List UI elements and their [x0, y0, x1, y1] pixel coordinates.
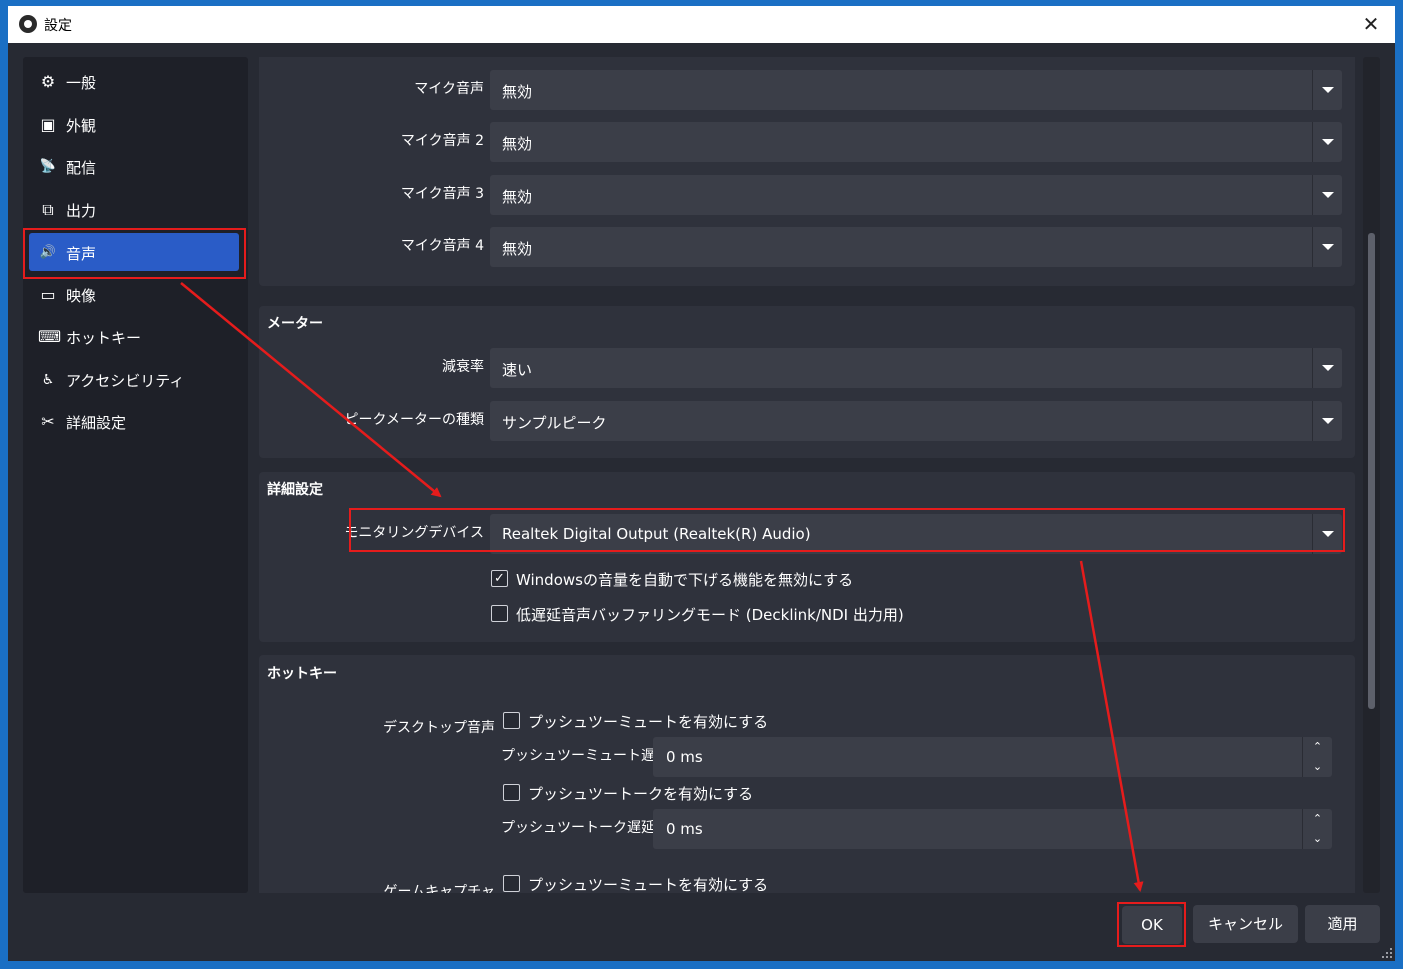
hotkeys-title: ホットキー	[267, 666, 337, 682]
settings-sidebar: ⚙ 一般 ▣ 外観 📡 配信 ⧉ 出力 🔊 音声 ▭ 映像 ⌨ ホットキー ♿	[23, 57, 248, 893]
gear-icon: ⚙	[40, 72, 56, 91]
select-value: 無効	[502, 188, 533, 206]
resize-grip-icon[interactable]	[1382, 948, 1392, 958]
window-title: 設定	[44, 18, 72, 34]
sidebar-item-audio[interactable]: 🔊 音声	[29, 233, 239, 271]
scrollbar-thumb[interactable]	[1368, 233, 1375, 709]
mic-audio-3-label: マイク音声 3	[400, 186, 484, 202]
spin-buttons: ⌃ ⌄	[1302, 737, 1332, 777]
chevron-down-icon	[1312, 348, 1342, 388]
sidebar-item-label: 詳細設定	[66, 414, 127, 432]
sidebar-item-advanced[interactable]: ✂ 詳細設定	[23, 402, 248, 442]
push-to-mute-delay-input[interactable]: 0 ms ⌃ ⌄	[653, 737, 1332, 777]
decay-rate-label: 減衰率	[442, 359, 484, 375]
mic-audio-label: マイク音声	[414, 81, 484, 97]
keyboard-icon: ⌨	[38, 327, 62, 346]
checkbox-label: プッシュツートークを有効にする	[528, 785, 754, 803]
chevron-down-icon	[1312, 70, 1342, 110]
monitoring-device-select[interactable]: Realtek Digital Output (Realtek(R) Audio…	[490, 514, 1342, 554]
sidebar-item-hotkeys[interactable]: ⌨ ホットキー	[23, 317, 248, 357]
spin-value: 0 ms	[666, 748, 703, 766]
advanced-title: 詳細設定	[267, 482, 323, 498]
sidebar-item-label: 一般	[66, 74, 97, 92]
checkbox-unchecked-icon	[503, 875, 520, 892]
mic-audio-4-select[interactable]: 無効	[490, 227, 1342, 267]
speaker-icon: 🔊	[39, 245, 57, 260]
sidebar-item-stream[interactable]: 📡 配信	[23, 147, 248, 187]
chevron-down-icon	[1312, 401, 1342, 441]
spin-buttons: ⌃ ⌄	[1302, 809, 1332, 849]
sidebar-item-label: 配信	[66, 159, 97, 177]
monitoring-device-label: モニタリングデバイス	[344, 525, 484, 541]
select-value: 無効	[502, 240, 533, 258]
audio-settings-panel: マイク音声 無効 マイク音声 2 無効 マイク音声 3 無効 マイク音声 4 無…	[259, 57, 1355, 893]
settings-window: 設定 ✕ ⚙ 一般 ▣ 外観 📡 配信 ⧉ 出力 🔊 音声 ▭ 映像 ⌨ ホット…	[8, 6, 1395, 961]
peak-meter-type-select[interactable]: サンプルピーク	[490, 401, 1342, 441]
chevron-down-icon	[1312, 227, 1342, 267]
sidebar-item-label: 音声	[66, 245, 97, 263]
sidebar-item-output[interactable]: ⧉ 出力	[23, 190, 248, 230]
meters-group: メーター 減衰率 速い ピークメーターの種類 サンプルピーク	[259, 306, 1355, 458]
mic-audio-2-select[interactable]: 無効	[490, 122, 1342, 162]
sidebar-item-video[interactable]: ▭ 映像	[23, 275, 248, 315]
obs-logo-icon	[19, 15, 37, 33]
select-value: Realtek Digital Output (Realtek(R) Audio…	[502, 525, 811, 543]
select-value: 無効	[502, 83, 533, 101]
push-to-talk-delay-input[interactable]: 0 ms ⌃ ⌄	[653, 809, 1332, 849]
sidebar-item-appearance[interactable]: ▣ 外観	[23, 105, 248, 145]
mic-audio-4-label: マイク音声 4	[400, 238, 484, 254]
checkbox-label: Windowsの音量を自動で下げる機能を無効にする	[516, 571, 854, 589]
mic-audio-group: マイク音声 無効 マイク音声 2 無効 マイク音声 3 無効 マイク音声 4 無…	[259, 57, 1355, 286]
appearance-icon: ▣	[40, 115, 56, 134]
game-capture-label: ゲームキャプチャ	[383, 884, 495, 893]
advanced-group: 詳細設定 モニタリングデバイス Realtek Digital Output (…	[259, 472, 1355, 642]
checkbox-label: プッシュツーミュートを有効にする	[528, 713, 769, 731]
cancel-button[interactable]: キャンセル	[1193, 905, 1298, 943]
sidebar-item-label: 映像	[66, 287, 97, 305]
chevron-up-icon[interactable]: ⌃	[1303, 737, 1332, 757]
title-bar: 設定 ✕	[8, 6, 1395, 43]
checkbox-unchecked-icon	[503, 784, 520, 801]
hotkeys-group: ホットキー デスクトップ音声 プッシュツーミュートを有効にする プッシュツーミュ…	[259, 655, 1355, 893]
monitor-icon: ▭	[40, 285, 56, 304]
push-to-talk-delay-label: プッシュツートーク遅延	[501, 820, 655, 836]
close-icon[interactable]: ✕	[1357, 10, 1385, 38]
checkbox-checked-icon: ✓	[491, 570, 508, 587]
checkbox-label: 低遅延音声バッファリングモード (Decklink/NDI 出力用)	[516, 606, 904, 624]
mic-audio-select[interactable]: 無効	[490, 70, 1342, 110]
antenna-icon: 📡	[39, 159, 57, 174]
checkbox-unchecked-icon	[491, 605, 508, 622]
tools-icon: ✂	[41, 412, 55, 431]
sidebar-item-label: アクセシビリティ	[66, 372, 185, 390]
spin-value: 0 ms	[666, 820, 703, 838]
chevron-down-icon	[1312, 175, 1342, 215]
desktop-audio-label: デスクトップ音声	[383, 720, 495, 736]
apply-button[interactable]: 適用	[1305, 905, 1380, 943]
sidebar-item-accessibility[interactable]: ♿ アクセシビリティ	[23, 360, 248, 400]
sidebar-item-label: 外観	[66, 117, 97, 135]
select-value: サンプルピーク	[502, 414, 607, 432]
decay-rate-select[interactable]: 速い	[490, 348, 1342, 388]
meters-title: メーター	[267, 316, 323, 332]
sidebar-item-general[interactable]: ⚙ 一般	[23, 62, 248, 102]
checkbox-unchecked-icon	[503, 712, 520, 729]
peak-meter-type-label: ピークメーターの種類	[344, 412, 484, 428]
select-value: 速い	[502, 361, 533, 379]
chevron-down-icon	[1312, 514, 1342, 554]
chevron-down-icon	[1312, 122, 1342, 162]
chevron-down-icon[interactable]: ⌄	[1303, 829, 1332, 849]
sidebar-item-label: ホットキー	[66, 329, 142, 347]
accessibility-icon: ♿	[41, 372, 55, 388]
select-value: 無効	[502, 135, 533, 153]
sidebar-item-label: 出力	[66, 202, 97, 220]
push-to-mute-delay-label: プッシュツーミュート遅延	[501, 748, 669, 764]
content-scrollbar[interactable]	[1363, 57, 1380, 893]
chevron-up-icon[interactable]: ⌃	[1303, 809, 1332, 829]
checkbox-label: プッシュツーミュートを有効にする	[528, 876, 769, 893]
output-icon: ⧉	[42, 200, 54, 219]
mic-audio-2-label: マイク音声 2	[400, 133, 484, 149]
ok-button[interactable]: OK	[1122, 906, 1182, 944]
mic-audio-3-select[interactable]: 無効	[490, 175, 1342, 215]
chevron-down-icon[interactable]: ⌄	[1303, 757, 1332, 777]
